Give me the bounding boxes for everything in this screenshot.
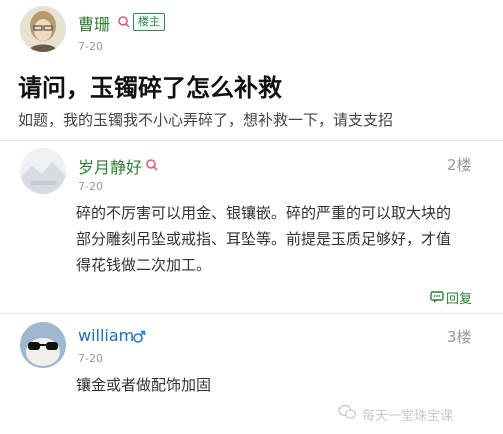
reply-avatar[interactable] <box>20 148 66 194</box>
reply-button[interactable]: 回复 <box>430 288 472 307</box>
op-avatar[interactable] <box>20 6 66 52</box>
comment-icon <box>430 288 444 307</box>
female-gender-icon <box>144 157 158 176</box>
post-body: 如题，我的玉镯我不小心弄碎了，想补救一下，请支支招 <box>18 111 394 129</box>
op-badge: 楼主 <box>133 13 165 31</box>
watermark-text: 每天一堂珠宝课 <box>362 408 454 424</box>
male-gender-icon <box>132 329 146 348</box>
reply-line: 碎的不厉害可以用金、银镶嵌。碎的严重的可以取大块的 <box>76 204 452 222</box>
wechat-icon <box>338 404 356 424</box>
reply-label: 回复 <box>446 292 473 307</box>
op-username[interactable]: 曹珊 <box>78 11 110 35</box>
reply-body: 碎的不厉害可以用金、银镶嵌。碎的严重的可以取大块的 部分雕刻吊坠或戒指、耳坠等。… <box>76 200 496 278</box>
reply-date: 7-20 <box>78 180 103 193</box>
reply-username[interactable]: 岁月静好 <box>78 154 142 178</box>
reply-avatar[interactable] <box>20 322 66 368</box>
female-gender-icon <box>116 14 130 33</box>
floor-number: 3楼 <box>447 328 472 346</box>
reply-line: 得花钱做二次加工。 <box>76 256 212 274</box>
op-date: 7-20 <box>78 40 103 53</box>
reply-body: 镶金或者做配饰加固 <box>76 376 212 394</box>
post-title: 请问，玉镯碎了怎么补救 <box>18 74 282 102</box>
floor-number: 2楼 <box>447 156 472 174</box>
divider <box>0 140 503 141</box>
divider <box>0 313 503 314</box>
reply-username[interactable]: william <box>78 326 134 345</box>
reply-date: 7-20 <box>78 352 103 365</box>
reply-line: 部分雕刻吊坠或戒指、耳坠等。前提是玉质足够好，才值 <box>76 230 452 248</box>
watermark: 每天一堂珠宝课 <box>338 404 453 424</box>
